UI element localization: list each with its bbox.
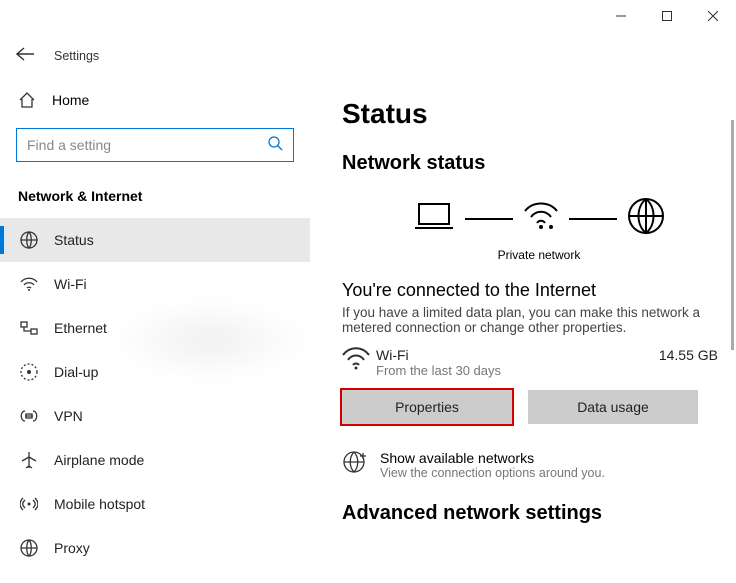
sidebar-item-proxy[interactable]: Proxy (0, 526, 310, 570)
sidebar-item-hotspot[interactable]: Mobile hotspot (0, 482, 310, 526)
search-input[interactable]: Find a setting (16, 128, 294, 162)
wifi-icon (18, 276, 40, 292)
wifi-icon (523, 201, 559, 236)
status-icon (18, 231, 40, 249)
globe-icon (342, 450, 366, 479)
sidebar-item-label: Ethernet (40, 320, 107, 336)
search-icon (268, 136, 283, 154)
laptop-icon (413, 200, 455, 237)
network-diagram (342, 197, 736, 240)
sidebar-item-label: Dial-up (40, 364, 98, 380)
network-status-heading: Network status (342, 152, 736, 175)
connected-title: You're connected to the Internet (342, 280, 736, 301)
advanced-settings-heading: Advanced network settings (342, 502, 736, 525)
data-usage-button[interactable]: Data usage (528, 390, 698, 424)
ethernet-icon (18, 319, 40, 337)
home-icon (18, 91, 40, 109)
sidebar-item-status[interactable]: Status (0, 218, 310, 262)
sidebar-item-label: VPN (40, 408, 83, 424)
proxy-icon (18, 539, 40, 557)
sidebar-item-airplane[interactable]: Airplane mode (0, 438, 310, 482)
content-area: Status Network status Private network Yo… (310, 80, 736, 583)
wifi-name: Wi-Fi (376, 347, 659, 363)
network-type-label: Private network (342, 248, 736, 262)
home-label: Home (40, 92, 89, 108)
back-button[interactable] (16, 46, 48, 66)
dialup-icon (18, 363, 40, 381)
wifi-period: From the last 30 days (376, 363, 659, 378)
minimize-button[interactable] (598, 0, 644, 32)
close-button[interactable] (690, 0, 736, 32)
vpn-icon (18, 409, 40, 423)
sidebar-item-ethernet[interactable]: Ethernet (0, 306, 310, 350)
search-placeholder: Find a setting (27, 137, 111, 153)
wifi-data-usage: 14.55 GB (659, 347, 736, 363)
show-available-networks[interactable]: Show available networks View the connect… (342, 450, 736, 480)
sidebar-item-label: Airplane mode (40, 452, 144, 468)
globe-icon (627, 197, 665, 240)
sidebar-item-label: Wi-Fi (40, 276, 87, 292)
scrollbar[interactable] (731, 120, 734, 350)
sidebar-item-dialup[interactable]: Dial-up (0, 350, 310, 394)
section-title: Network & Internet (0, 178, 310, 218)
sidebar-item-vpn[interactable]: VPN (0, 394, 310, 438)
wifi-usage-row: Wi-Fi From the last 30 days 14.55 GB (342, 347, 736, 378)
airplane-icon (18, 451, 40, 469)
sidebar-item-label: Mobile hotspot (40, 496, 145, 512)
page-title: Status (342, 98, 736, 130)
sidebar-item-wifi[interactable]: Wi-Fi (0, 262, 310, 306)
connected-desc: If you have a limited data plan, you can… (342, 305, 718, 335)
properties-button[interactable]: Properties (342, 390, 512, 424)
show-available-title: Show available networks (380, 450, 605, 466)
wifi-icon (342, 347, 376, 376)
maximize-button[interactable] (644, 0, 690, 32)
sidebar-item-label: Proxy (40, 540, 90, 556)
home-button[interactable]: Home (0, 80, 310, 120)
sidebar: Home Find a setting Network & Internet S… (0, 80, 310, 583)
show-available-sub: View the connection options around you. (380, 466, 605, 480)
sidebar-item-label: Status (40, 232, 94, 248)
app-title: Settings (48, 49, 99, 63)
hotspot-icon (18, 495, 40, 513)
